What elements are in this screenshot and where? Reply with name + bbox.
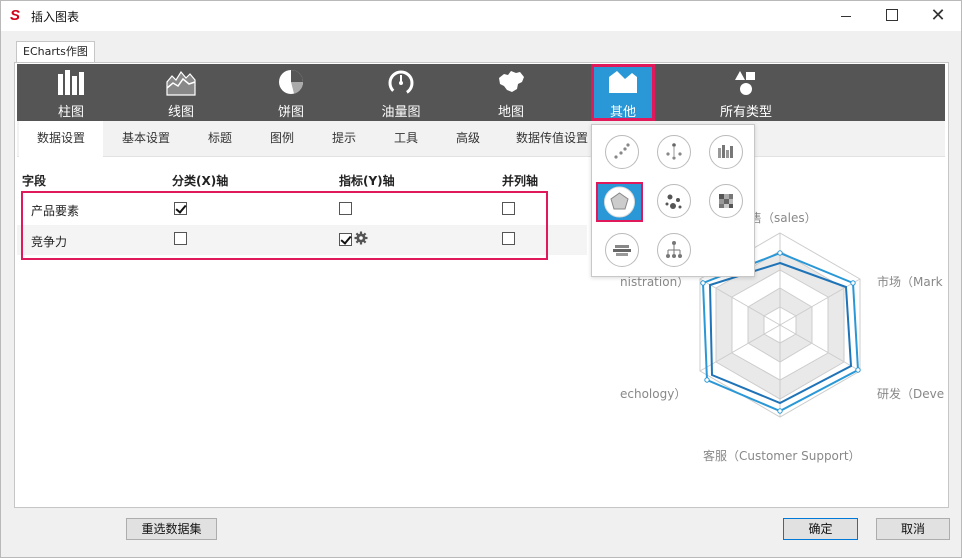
header-parallel-axis: 并列轴 <box>502 174 539 188</box>
chart-type-label: 线图 <box>167 105 194 120</box>
radar-label: 研发（Deve <box>877 387 945 401</box>
radar-label: 售（sales） <box>750 211 817 225</box>
scatter-icon <box>614 143 630 159</box>
mixed-bar-option[interactable] <box>709 135 743 169</box>
chart-type-label: 所有类型 <box>719 105 772 120</box>
chart-type-label: 饼图 <box>277 105 304 120</box>
radar-label: 市场（Mark <box>877 275 943 289</box>
gauge-icon <box>388 70 414 96</box>
field-name: 竞争力 <box>31 235 68 249</box>
scatter-option[interactable] <box>605 135 639 169</box>
heatmap-option[interactable] <box>709 184 743 218</box>
y-axis-checkbox[interactable] <box>339 233 352 246</box>
chart-type-label: 油量图 <box>381 105 421 120</box>
tab-echarts[interactable]: ECharts作图 <box>16 41 95 63</box>
reselect-dataset-button[interactable]: 重选数据集 <box>126 518 217 540</box>
chart-type-map[interactable]: 地图 <box>481 64 541 121</box>
map-icon <box>499 71 524 92</box>
bubble-option[interactable] <box>657 184 691 218</box>
chart-type-other[interactable]: 其他 <box>591 64 655 121</box>
y-axis-checkbox[interactable] <box>339 202 352 215</box>
field-name: 产品要素 <box>31 204 80 218</box>
tab-data-passing[interactable]: 数据传值设置 <box>507 121 597 156</box>
title-bar: S 插入图表 ✕ <box>1 1 961 31</box>
all-types-icon <box>735 71 755 95</box>
tree-option[interactable] <box>657 233 691 267</box>
wordcloud-icon <box>613 245 631 256</box>
tab-title[interactable]: 标题 <box>193 121 247 156</box>
line-chart-icon <box>166 70 196 96</box>
settings-tabs: 数据设置 基本设置 标题 图例 提示 工具 高级 数据传值设置 <box>17 121 945 157</box>
parallel-axis-checkbox[interactable] <box>502 202 515 215</box>
close-icon: ✕ <box>930 5 946 26</box>
mixed-bar-icon <box>718 145 733 158</box>
x-axis-checkbox[interactable] <box>174 202 187 215</box>
header-y-axis: 指标(Y)轴 <box>339 174 395 188</box>
tab-tools[interactable]: 工具 <box>379 121 433 156</box>
tab-advanced[interactable]: 高级 <box>441 121 495 156</box>
radar-label: 客服（Customer Support） <box>703 449 861 463</box>
chart-type-label: 地图 <box>497 105 524 120</box>
maximize-icon <box>886 8 898 21</box>
app-logo-icon: S <box>10 7 21 24</box>
ok-button[interactable]: 确定 <box>783 518 858 540</box>
bar-chart-icon <box>58 70 84 95</box>
cancel-button[interactable]: 取消 <box>876 518 950 540</box>
chart-type-gauge[interactable]: 油量图 <box>371 64 431 121</box>
minimize-icon <box>841 15 851 17</box>
radar-label: echology） <box>620 387 687 401</box>
radar-icon <box>604 186 635 218</box>
gear-icon[interactable] <box>354 231 368 245</box>
chart-type-label: 其他 <box>609 105 636 120</box>
parallel-axis-checkbox[interactable] <box>502 232 515 245</box>
x-axis-checkbox[interactable] <box>174 232 187 245</box>
pie-chart-icon <box>279 70 303 94</box>
tree-scatter-option[interactable] <box>657 135 691 169</box>
close-button[interactable]: ✕ <box>915 1 961 31</box>
chart-type-bar[interactable]: 柱图 <box>41 64 101 121</box>
heatmap-icon <box>719 194 733 208</box>
chart-type-all[interactable]: 所有类型 <box>701 64 791 121</box>
bubble-icon <box>665 194 682 209</box>
tab-tooltip[interactable]: 提示 <box>317 121 371 156</box>
tree-icon <box>666 241 682 258</box>
other-chart-icon <box>609 71 637 93</box>
tree-scatter-icon <box>666 143 682 160</box>
header-x-axis: 分类(X)轴 <box>172 174 229 188</box>
header-field: 字段 <box>22 174 47 188</box>
tab-data-settings[interactable]: 数据设置 <box>19 121 103 157</box>
wordcloud-option[interactable] <box>605 233 639 267</box>
tab-legend[interactable]: 图例 <box>255 121 309 156</box>
chart-type-label: 柱图 <box>57 105 84 120</box>
radar-option[interactable] <box>596 182 643 222</box>
minimize-button[interactable] <box>823 1 869 31</box>
tab-basic-settings[interactable]: 基本设置 <box>109 121 183 156</box>
chart-type-pie[interactable]: 饼图 <box>261 64 321 121</box>
maximize-button[interactable] <box>869 1 915 31</box>
window-title: 插入图表 <box>31 10 80 24</box>
chart-type-line[interactable]: 线图 <box>151 64 211 121</box>
chart-type-toolbar: 柱图 线图 饼图 油量图 地图 其他 所有类型 <box>17 64 945 121</box>
